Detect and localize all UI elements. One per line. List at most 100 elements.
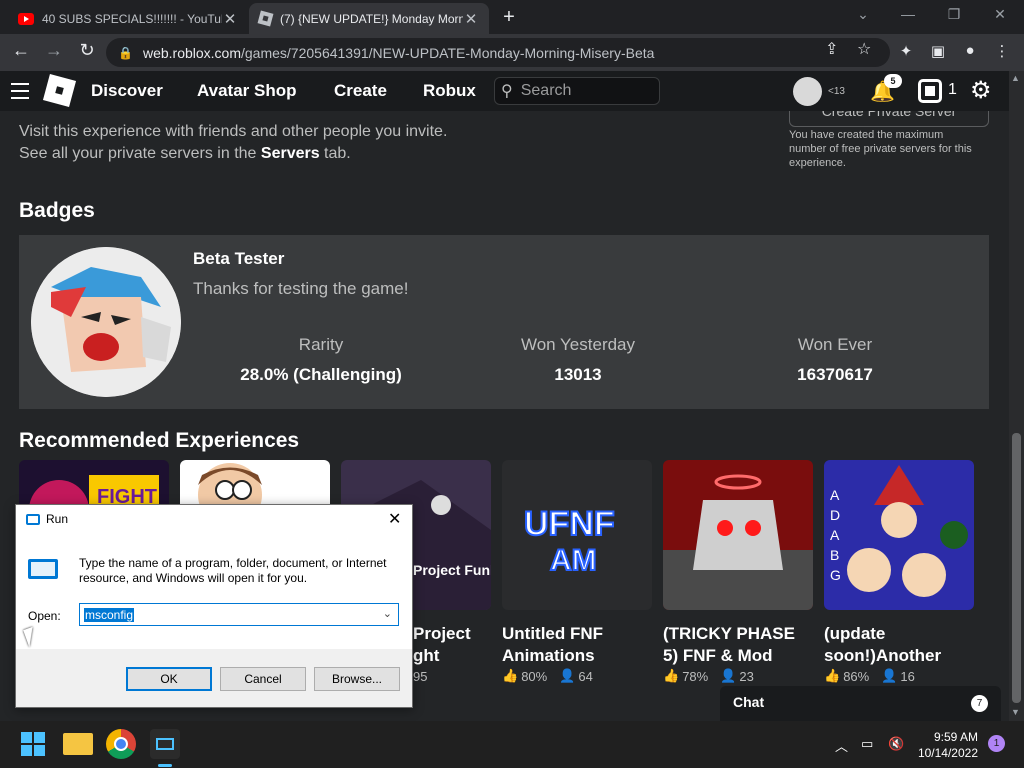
run-taskbar-icon[interactable]	[150, 729, 180, 759]
close-icon[interactable]: ✕	[388, 509, 401, 529]
game-name-partial[interactable]: Project ght	[413, 623, 471, 667]
file-explorer-icon[interactable]	[63, 733, 93, 755]
ok-button[interactable]: OK	[126, 667, 212, 691]
new-tab-button[interactable]: +	[498, 6, 520, 29]
chat-label: Chat	[733, 694, 765, 710]
roblox-logo[interactable]	[42, 73, 77, 108]
restore-button[interactable]: ❐	[931, 6, 977, 23]
bookmark-star-icon[interactable]: ☆	[857, 39, 871, 59]
share-icon[interactable]: ⇪	[825, 39, 838, 59]
chat-unread-badge: 7	[971, 695, 988, 712]
game-thumbnail[interactable]: ADABG	[824, 460, 974, 610]
game-card[interactable]: ADABG (update soon!)Another 👍 86% 👤 16	[824, 460, 974, 684]
game-name[interactable]: (TRICKY PHASE 5) FNF & Mod	[663, 623, 813, 667]
robux-icon[interactable]	[918, 79, 942, 103]
create-private-server-button[interactable]: Create Private Server	[789, 111, 989, 127]
player-count: 16	[900, 668, 915, 684]
badge-stat-won-ever: Won Ever 16370617	[735, 335, 935, 385]
nav-avatar-shop[interactable]: Avatar Shop	[197, 81, 297, 101]
browse-button[interactable]: Browse...	[314, 667, 400, 691]
stat-label: Rarity	[298, 335, 344, 354]
badge-description: Thanks for testing the game!	[193, 279, 409, 298]
stat-label: Won Yesterday	[520, 335, 636, 354]
thumbs-up-icon: 👍	[502, 668, 519, 683]
minimize-button[interactable]: —	[885, 6, 931, 22]
stat-value: 13013	[554, 365, 602, 384]
nav-robux[interactable]: Robux	[423, 81, 476, 101]
open-combobox[interactable]: msconfig ⌄	[79, 603, 399, 626]
scroll-up-icon[interactable]: ▲	[1011, 73, 1020, 83]
private-server-limit-note: You have created the maximum number of f…	[789, 129, 972, 169]
clock-time: 9:59 AM	[933, 730, 978, 744]
game-card[interactable]: UFNF AM Untitled FNF Animations 👍 80% 👤 64	[502, 460, 652, 684]
game-stats: 👍 80% 👤 64	[502, 668, 652, 684]
nav-discover[interactable]: Discover	[91, 81, 163, 101]
settings-gear-icon[interactable]: ⚙	[970, 76, 992, 105]
page-scrollbar[interactable]: ▲ ▼	[1009, 71, 1024, 721]
forward-icon[interactable]: →	[42, 40, 66, 61]
youtube-icon	[18, 12, 34, 25]
side-panel-icon[interactable]: ▣	[928, 42, 948, 62]
extensions-icon[interactable]: ✦	[896, 42, 916, 62]
reload-icon[interactable]: ↻	[75, 40, 99, 61]
back-icon[interactable]: ←	[9, 40, 33, 61]
cancel-button[interactable]: Cancel	[220, 667, 306, 691]
address-bar[interactable]: 🔒 web.roblox.com /games/7205641391/NEW-U…	[106, 38, 890, 67]
age-label: <13	[828, 86, 845, 97]
badge-card: Beta Tester Thanks for testing the game!…	[19, 235, 989, 409]
close-tab-icon[interactable]: ✕	[222, 10, 238, 28]
menu-kebab-icon[interactable]: ⋮	[992, 42, 1012, 62]
hamburger-menu-icon[interactable]	[11, 83, 29, 104]
thumbs-up-icon: 👍	[663, 668, 680, 683]
game-stats: 👍 78% 👤 23	[663, 668, 813, 684]
stat-label: Won Ever	[797, 335, 873, 354]
run-dialog-footer: OK Cancel Browse...	[16, 649, 412, 707]
windows-start-icon[interactable]	[18, 729, 48, 759]
private-servers-line1: Visit this experience with friends and o…	[19, 123, 448, 140]
game-thumbnail[interactable]: UFNF AM	[502, 460, 652, 610]
scroll-down-icon[interactable]: ▼	[1011, 707, 1020, 717]
active-app-indicator	[158, 764, 172, 767]
notification-center-badge[interactable]: 1	[988, 735, 1005, 752]
run-dialog-titlebar[interactable]: Run ✕	[16, 505, 412, 535]
game-stats: 👍 86% 👤 16	[824, 668, 974, 684]
taskbar-clock[interactable]: 9:59 AM 10/14/2022	[916, 729, 978, 761]
game-name[interactable]: Untitled FNF Animations	[502, 623, 652, 667]
search-input[interactable]: ⚲ Search	[494, 77, 660, 105]
game-card[interactable]: (TRICKY PHASE 5) FNF & Mod 👍 78% 👤 23	[663, 460, 813, 684]
player-count: 23	[739, 668, 754, 684]
chevron-down-icon[interactable]: ⌄	[383, 607, 392, 620]
thumbs-up-icon: 👍	[824, 668, 841, 683]
chat-bar[interactable]: Chat 7	[720, 686, 1001, 721]
servers-tab-link[interactable]: Servers	[261, 145, 320, 162]
tab-search-icon[interactable]: ⌄	[840, 6, 886, 23]
scrollbar-thumb[interactable]	[1012, 433, 1021, 703]
like-ratio: 86%	[843, 668, 870, 684]
player-count-partial: 95	[413, 669, 428, 684]
game-thumbnail[interactable]	[663, 460, 813, 610]
badge-name[interactable]: Beta Tester	[193, 249, 284, 269]
private-servers-line2: See all your private servers in the Serv…	[19, 145, 351, 162]
badges-heading: Badges	[19, 199, 95, 222]
svg-text:D: D	[830, 507, 840, 523]
close-window-button[interactable]: ✕	[977, 6, 1023, 23]
display-icon[interactable]: ▭	[861, 736, 873, 752]
open-input-value[interactable]: msconfig	[84, 607, 135, 622]
chrome-icon[interactable]	[106, 729, 136, 759]
windows-taskbar: ︿ ▭ 🔇 9:59 AM 10/14/2022 1	[0, 721, 1024, 768]
robux-balance[interactable]: 1	[948, 81, 957, 99]
browser-tab-roblox[interactable]: (7) {NEW UPDATE!} Monday Morning Misery …	[249, 3, 489, 34]
chevron-up-icon[interactable]: ︿	[835, 736, 848, 755]
speaker-muted-icon[interactable]: 🔇	[888, 736, 904, 752]
game-name[interactable]: (update soon!)Another	[824, 623, 974, 667]
clock-date: 10/14/2022	[917, 746, 978, 760]
badge-image	[31, 247, 181, 397]
badge-stat-won-yesterday: Won Yesterday 13013	[478, 335, 678, 385]
nav-create[interactable]: Create	[334, 81, 387, 101]
browser-tab-youtube[interactable]: 40 SUBS SPECIALS!!!!!!! - YouTube ✕	[8, 3, 248, 34]
close-tab-icon[interactable]: ✕	[463, 10, 479, 28]
avatar[interactable]	[793, 77, 822, 106]
open-label: Open:	[28, 609, 61, 623]
svg-text:B: B	[830, 547, 839, 563]
profile-icon[interactable]: ●	[960, 42, 980, 62]
